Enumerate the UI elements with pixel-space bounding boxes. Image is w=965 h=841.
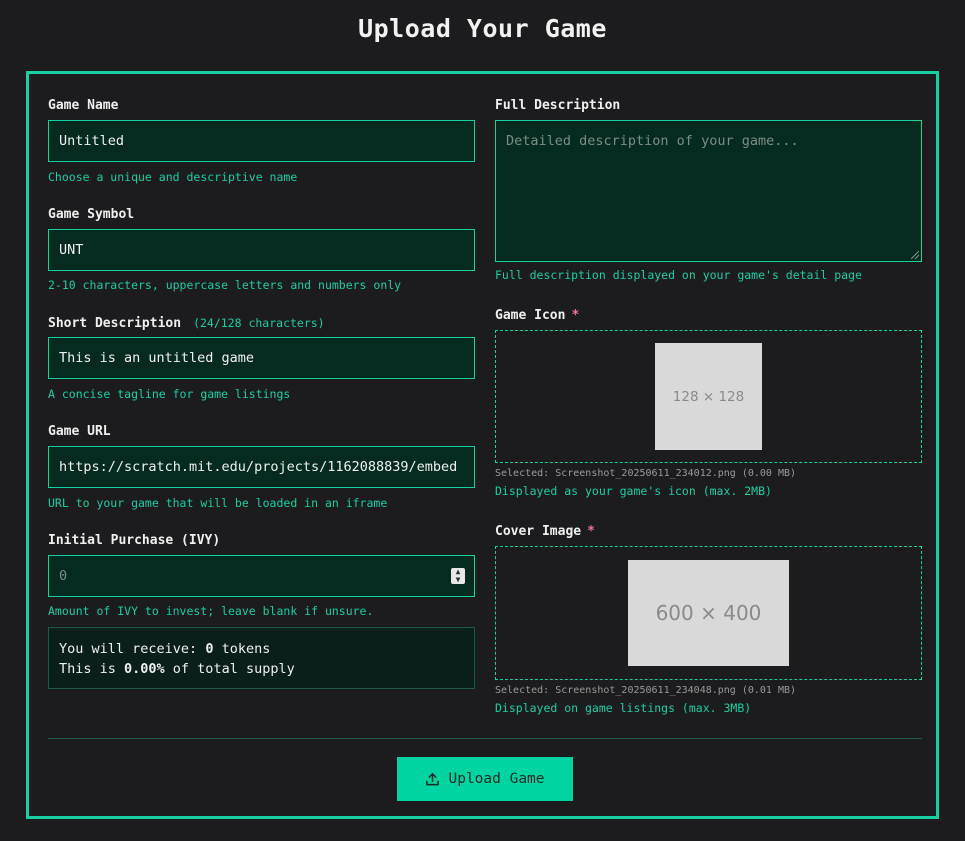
supply-percent: 0.00%	[124, 661, 165, 677]
game-icon-dropzone[interactable]: 128 × 128	[495, 330, 922, 463]
required-marker: *	[587, 524, 595, 539]
game-icon-selected-file: Selected: Screenshot_20250611_234012.png…	[495, 468, 797, 479]
initial-purchase-input[interactable]: 0 ▲ ▼	[48, 555, 475, 597]
full-description-label: Full Description	[495, 98, 621, 113]
form-divider	[48, 738, 922, 739]
game-symbol-input[interactable]: UNT	[48, 229, 475, 271]
initial-purchase-label: Initial Purchase (IVY)	[48, 533, 221, 548]
game-name-label: Game Name	[48, 98, 119, 113]
full-description-help: Full description displayed on your game'…	[495, 268, 862, 282]
short-description-label: Short Description (24/128 characters)	[48, 316, 325, 331]
game-url-help: URL to your game that will be loaded in …	[48, 496, 388, 510]
game-icon-preview: 128 × 128	[655, 343, 762, 450]
initial-purchase-placeholder: 0	[59, 568, 68, 584]
cover-image-help: Displayed on game listings (max. 3MB)	[495, 701, 752, 715]
receive-line: You will receive: 0 tokens	[59, 639, 464, 659]
receive-prefix: You will receive:	[59, 641, 206, 657]
game-icon-label-text: Game Icon	[495, 308, 566, 323]
initial-purchase-help: Amount of IVY to invest; leave blank if …	[48, 604, 374, 618]
game-icon-help: Displayed as your game's icon (max. 2MB)	[495, 484, 772, 498]
cover-image-label-text: Cover Image	[495, 524, 582, 539]
supply-line: This is 0.00% of total supply	[59, 659, 464, 679]
game-name-input[interactable]: Untitled	[48, 120, 475, 162]
cover-image-preview: 600 × 400	[628, 560, 789, 666]
character-counter: (24/128 characters)	[193, 316, 325, 330]
upload-icon	[425, 772, 440, 787]
cover-image-selected-file: Selected: Screenshot_20250611_234048.png…	[495, 685, 797, 696]
game-symbol-label: Game Symbol	[48, 207, 135, 222]
game-name-help: Choose a unique and descriptive name	[48, 170, 298, 184]
number-stepper-icon[interactable]: ▲ ▼	[451, 568, 465, 584]
game-url-input[interactable]: https://scratch.mit.edu/projects/1162088…	[48, 446, 475, 488]
cover-image-label: Cover Image *	[495, 524, 595, 539]
short-description-help: A concise tagline for game listings	[48, 387, 291, 401]
resize-handle-icon[interactable]	[911, 251, 919, 259]
supply-suffix: of total supply	[164, 661, 295, 677]
game-icon-label: Game Icon *	[495, 308, 579, 323]
short-description-label-text: Short Description	[48, 316, 182, 331]
supply-prefix: This is	[59, 661, 125, 677]
full-description-textarea[interactable]: Detailed description of your game...	[495, 120, 922, 262]
receive-suffix: tokens	[213, 641, 271, 657]
upload-form: Game Name Untitled Choose a unique and d…	[26, 71, 939, 819]
upload-game-label: Upload Game	[448, 771, 545, 787]
game-url-label: Game URL	[48, 424, 111, 439]
token-estimate-box: You will receive: 0 tokens This is 0.00%…	[48, 627, 475, 689]
full-description-placeholder: Detailed description of your game...	[506, 133, 799, 149]
upload-game-button[interactable]: Upload Game	[397, 757, 573, 801]
required-marker: *	[571, 308, 580, 323]
game-symbol-help: 2-10 characters, uppercase letters and n…	[48, 278, 402, 292]
short-description-input[interactable]: This is an untitled game	[48, 337, 475, 379]
cover-image-dropzone[interactable]: 600 × 400	[495, 546, 922, 680]
page-title: Upload Your Game	[358, 14, 607, 43]
